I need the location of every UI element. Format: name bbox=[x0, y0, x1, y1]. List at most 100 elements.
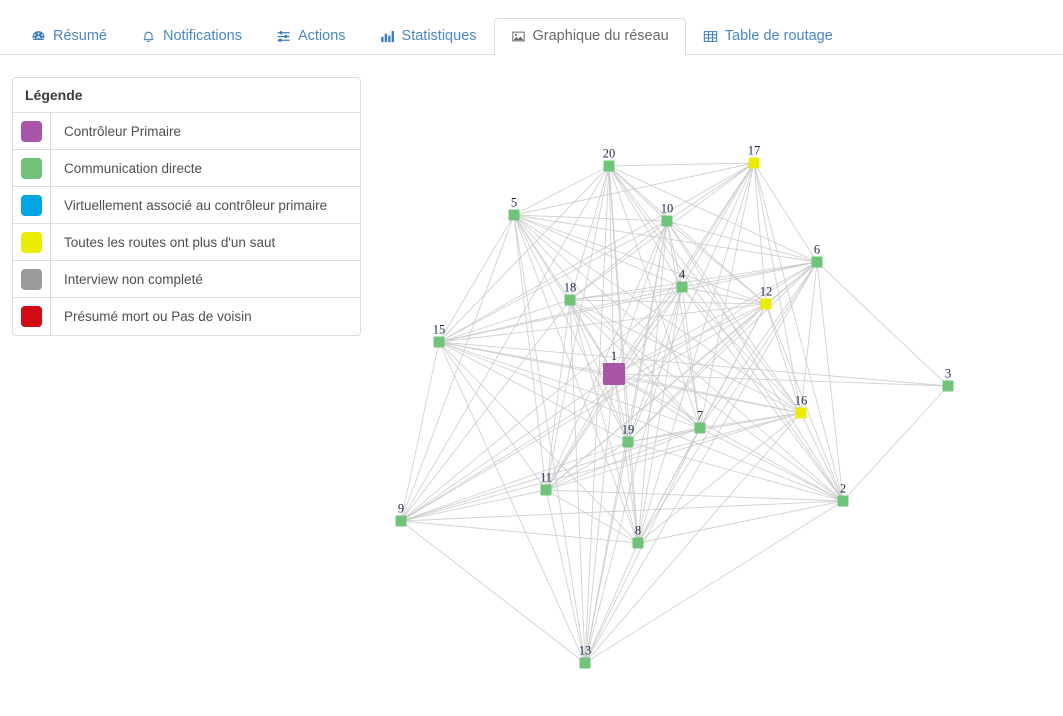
legend-label: Contrôleur Primaire bbox=[64, 123, 182, 139]
network-graph-page: Résumé Notifications Actions Statistique… bbox=[0, 0, 1063, 716]
graph-node-18[interactable] bbox=[564, 294, 576, 306]
graph-node-19[interactable] bbox=[622, 436, 634, 448]
legend-row: Interview non completé bbox=[13, 261, 360, 298]
graph-edge bbox=[699, 162, 755, 429]
graph-edge bbox=[613, 373, 639, 544]
graph-node-label: 1 bbox=[611, 349, 617, 363]
graph-edge bbox=[569, 299, 767, 305]
legend-row: Communication directe bbox=[13, 150, 360, 187]
graph-edge bbox=[513, 214, 844, 502]
graph-node-label: 5 bbox=[511, 196, 517, 210]
graph-node-label: 20 bbox=[603, 147, 616, 161]
tab-actions-label: Actions bbox=[297, 28, 346, 45]
legend-swatch-cell bbox=[13, 261, 51, 297]
graph-node-label: 2 bbox=[840, 482, 846, 496]
graph-node-8[interactable] bbox=[632, 537, 644, 549]
bell-icon bbox=[141, 29, 156, 44]
graph-edge bbox=[545, 286, 683, 491]
graph-node-label: 7 bbox=[697, 409, 703, 423]
graph-node-12[interactable] bbox=[760, 298, 772, 310]
tab-graphique-du-reseau-label: Graphique du réseau bbox=[532, 28, 669, 45]
graph-edge bbox=[400, 373, 615, 522]
graph-edge bbox=[637, 427, 701, 544]
graph-edge bbox=[842, 385, 949, 502]
tab-graphique-du-reseau[interactable]: Graphique du réseau bbox=[493, 18, 686, 56]
graph-node-20[interactable] bbox=[603, 160, 615, 172]
graph-edge bbox=[584, 441, 629, 664]
tab-table-de-routage[interactable]: Table de routage bbox=[686, 18, 850, 55]
legend-swatch-cell bbox=[13, 113, 51, 149]
graph-node-16[interactable] bbox=[795, 407, 807, 419]
legend-label: Interview non completé bbox=[64, 271, 203, 287]
graph-node-label: 16 bbox=[795, 394, 808, 408]
graph-node-label: 17 bbox=[748, 144, 761, 158]
graph-node-4[interactable] bbox=[676, 281, 688, 293]
graph-node-5[interactable] bbox=[508, 209, 520, 221]
image-icon bbox=[511, 29, 526, 44]
legend-color-swatch bbox=[21, 157, 42, 179]
legend-label: Présumé mort ou Pas de voisin bbox=[64, 309, 252, 324]
graph-node-9[interactable] bbox=[395, 515, 407, 527]
tab-statistiques-label: Statistiques bbox=[401, 28, 477, 45]
legend-row: Présumé mort ou Pas de voisin bbox=[13, 298, 360, 335]
tab-notifications-label: Notifications bbox=[163, 28, 242, 45]
graph-edge bbox=[584, 500, 844, 664]
legend-color-swatch bbox=[21, 120, 42, 142]
graph-node-label: 9 bbox=[398, 502, 404, 516]
legend-color-swatch bbox=[21, 268, 42, 290]
graph-edge bbox=[400, 520, 639, 544]
legend-row: Toutes les routes ont plus d'un saut bbox=[13, 224, 360, 261]
graph-node-label: 15 bbox=[433, 323, 446, 337]
tab-actions[interactable]: Actions bbox=[259, 18, 363, 55]
legend-panel: Légende Contrôleur Primaire Communication… bbox=[12, 77, 361, 336]
legend-row: Virtuellement associé au contrôleur prim… bbox=[13, 187, 360, 224]
graph-node-3[interactable] bbox=[942, 380, 954, 392]
graph-node-10[interactable] bbox=[661, 215, 673, 227]
legend-color-swatch bbox=[21, 306, 42, 327]
legend-swatch-cell bbox=[13, 224, 51, 260]
graph-node-label: 10 bbox=[661, 202, 674, 216]
legend-color-swatch bbox=[21, 194, 42, 216]
network-graph-svg[interactable]: 12345678910111213151617181920 bbox=[372, 60, 1063, 716]
graph-edges bbox=[400, 162, 949, 664]
tab-resume[interactable]: Résumé bbox=[14, 18, 124, 55]
graph-node-2[interactable] bbox=[837, 495, 849, 507]
tab-statistiques[interactable]: Statistiques bbox=[363, 18, 494, 55]
graph-edge bbox=[637, 500, 844, 544]
graph-node-6[interactable] bbox=[811, 256, 823, 268]
legend-swatch-cell bbox=[13, 187, 51, 223]
graph-node-11[interactable] bbox=[540, 484, 552, 496]
graph-node-7[interactable] bbox=[694, 422, 706, 434]
tab-notifications[interactable]: Notifications bbox=[124, 18, 259, 55]
graph-node-label: 12 bbox=[760, 285, 773, 299]
graph-node-label: 19 bbox=[622, 423, 635, 437]
graph-edge bbox=[681, 162, 755, 288]
legend-swatch-cell bbox=[13, 150, 51, 186]
graph-edge bbox=[666, 220, 802, 414]
network-graph[interactable]: 1 2 3 4 5 6 7 8 9 10 11 12 13 15 16 17 18 19 20 bbox=[372, 60, 1063, 716]
graph-edge bbox=[608, 165, 668, 222]
graph-edge bbox=[438, 341, 701, 429]
graph-node-1[interactable] bbox=[603, 363, 625, 385]
graph-edge bbox=[438, 220, 668, 343]
legend-label: Communication directe bbox=[64, 160, 203, 176]
dashboard-icon bbox=[31, 29, 46, 44]
sliders-icon bbox=[276, 29, 291, 44]
graph-node-13[interactable] bbox=[579, 657, 591, 669]
legend-title: Légende bbox=[13, 78, 360, 113]
graph-edge bbox=[681, 286, 701, 429]
graph-node-label: 18 bbox=[564, 281, 577, 295]
bar-chart-icon bbox=[380, 29, 395, 44]
legend-rows: Contrôleur Primaire Communication directe… bbox=[13, 113, 360, 335]
graph-node-label: 6 bbox=[814, 243, 820, 257]
graph-node-label: 4 bbox=[679, 268, 686, 282]
tab-table-de-routage-label: Table de routage bbox=[724, 28, 833, 45]
legend-label: Toutes les routes ont plus d'un saut bbox=[64, 234, 276, 250]
graph-edge bbox=[816, 261, 949, 387]
graph-node-label: 8 bbox=[635, 524, 641, 538]
graph-node-17[interactable] bbox=[748, 157, 760, 169]
graph-node-15[interactable] bbox=[433, 336, 445, 348]
tab-bar: Résumé Notifications Actions Statistique… bbox=[0, 0, 1063, 56]
legend-row: Contrôleur Primaire bbox=[13, 113, 360, 150]
graph-node-label: 11 bbox=[540, 471, 552, 485]
